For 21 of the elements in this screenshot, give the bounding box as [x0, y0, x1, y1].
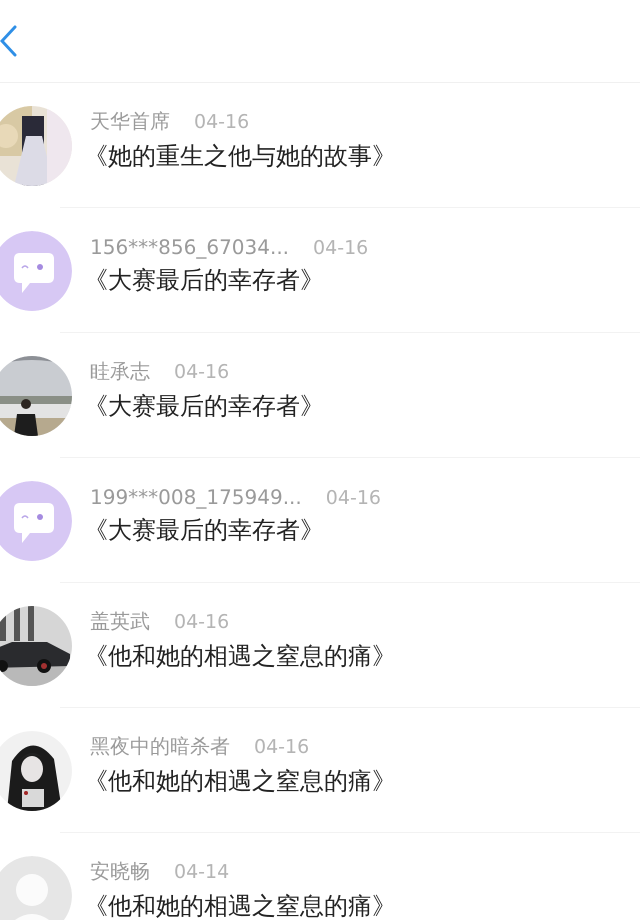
user-name: 156***856_67034... [90, 234, 290, 258]
comment-date: 04-16 [194, 111, 250, 133]
book-title[interactable]: 《他和她的相遇之窒息的痛》 [84, 891, 396, 920]
user-name: 眭承志 [90, 358, 150, 385]
comment-date: 04-16 [254, 736, 310, 758]
comment-date: 04-16 [174, 611, 230, 633]
user-name: 盖英武 [90, 608, 150, 635]
book-title[interactable]: 《大赛最后的幸存者》 [84, 391, 324, 421]
user-name: 黑夜中的暗杀者 [90, 733, 230, 760]
user-name: 199***008_175949... [90, 484, 302, 508]
book-title[interactable]: 《大赛最后的幸存者》 [84, 514, 381, 544]
comment-date: 04-16 [326, 486, 381, 508]
book-title[interactable]: 《他和她的相遇之窒息的痛》 [84, 641, 396, 671]
user-name: 安晓畅 [90, 858, 150, 885]
user-name: 天华首席 [90, 108, 170, 135]
book-title[interactable]: 《大赛最后的幸存者》 [84, 264, 368, 294]
comment-date: 04-14 [174, 861, 230, 883]
book-title[interactable]: 《她的重生之他与她的故事》 [84, 141, 396, 171]
book-title[interactable]: 《他和她的相遇之窒息的痛》 [84, 766, 396, 796]
comment-date: 04-16 [313, 236, 368, 258]
comment-date: 04-16 [174, 361, 230, 383]
